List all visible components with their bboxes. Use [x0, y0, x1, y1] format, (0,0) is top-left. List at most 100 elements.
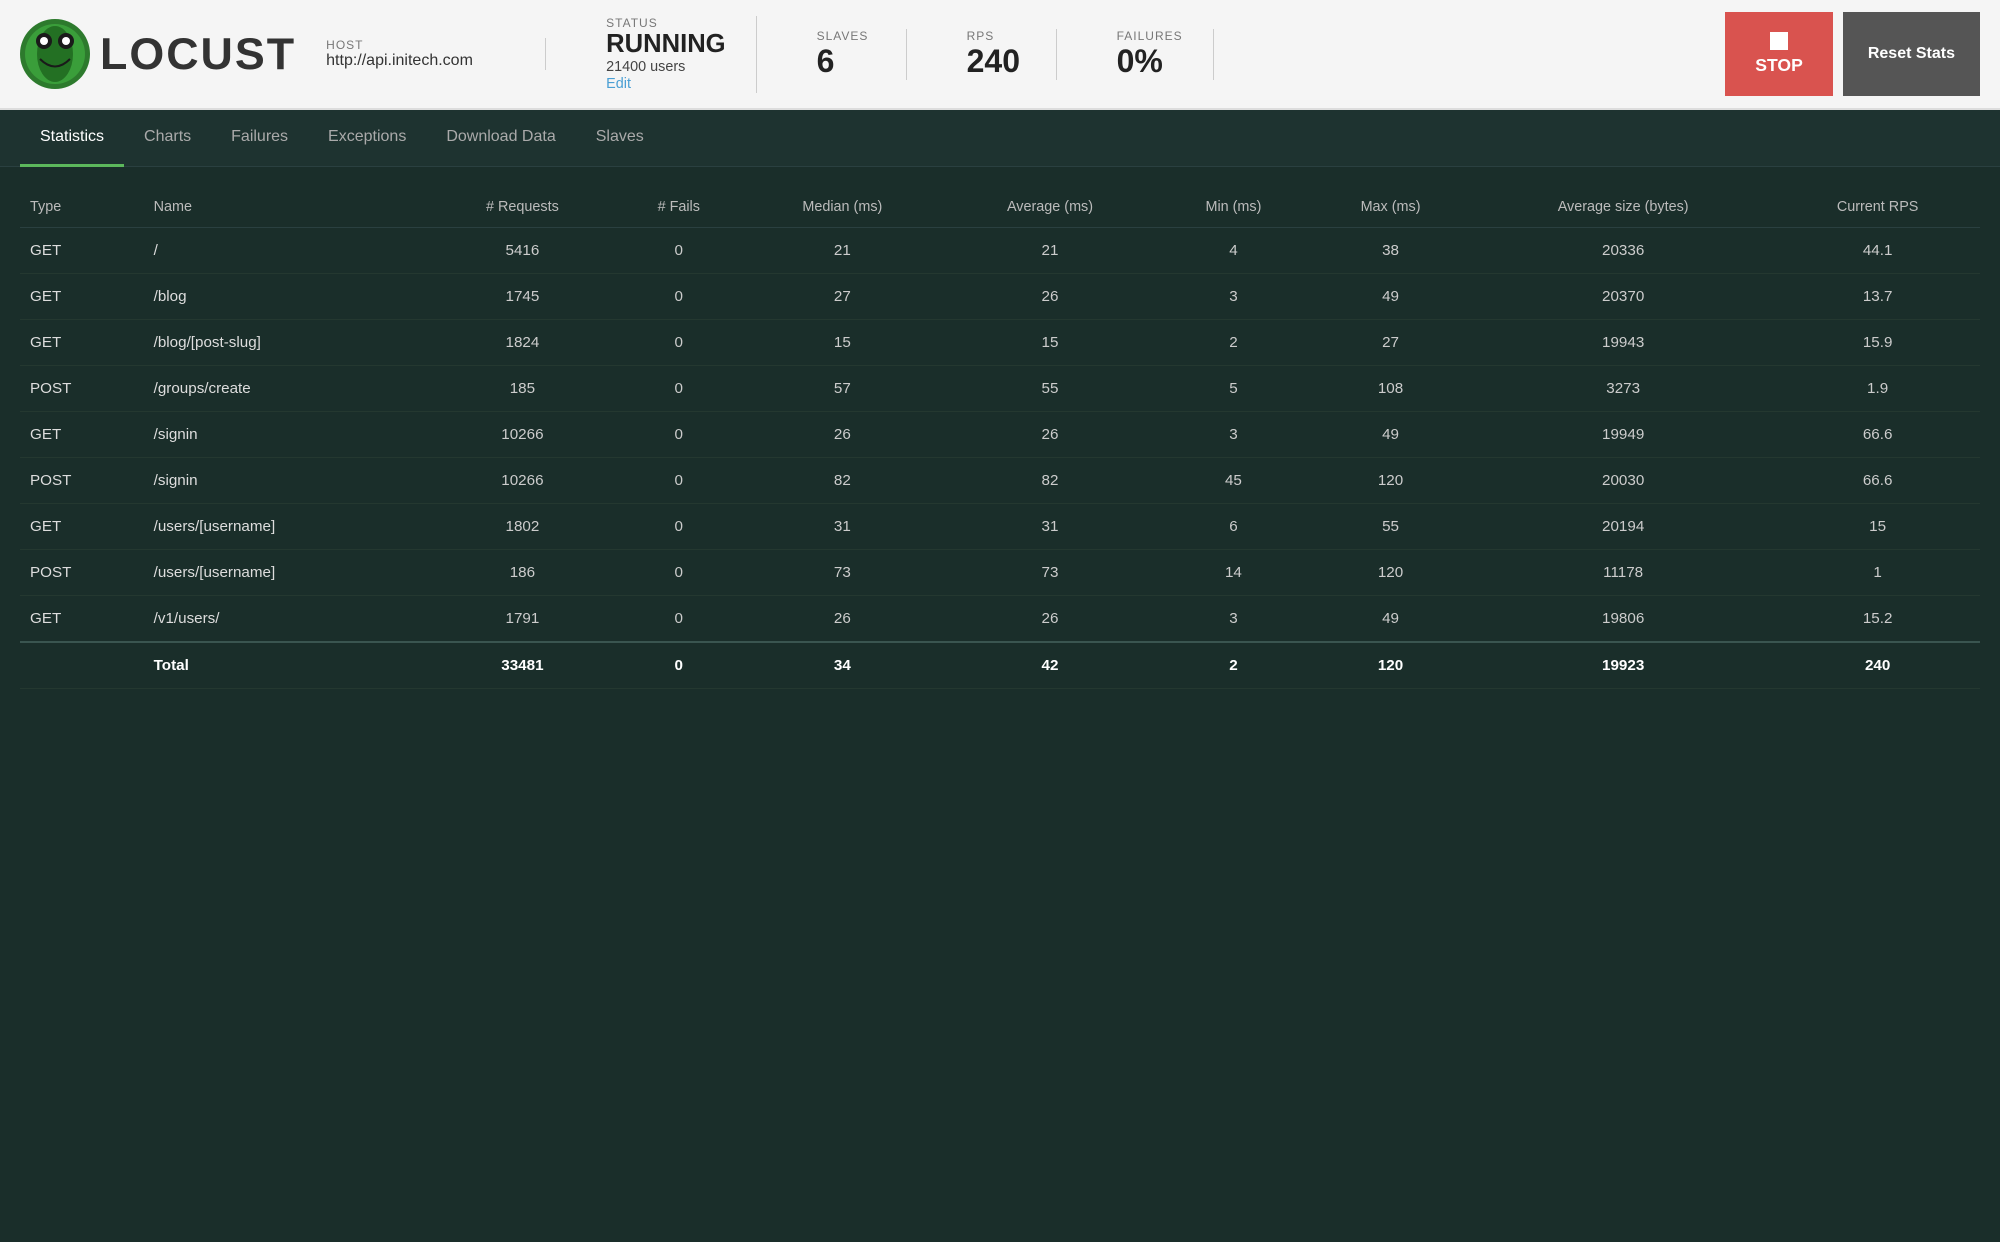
cell-average: 21: [943, 228, 1157, 274]
statistics-table-container: Type Name # Requests # Fails Median (ms)…: [0, 167, 2000, 709]
cell-fails: 0: [616, 550, 742, 596]
failures-block: FAILURES 0%: [1087, 29, 1214, 80]
rps-label: RPS: [967, 29, 1026, 43]
nav-tabs: Statistics Charts Failures Exceptions Do…: [0, 110, 2000, 167]
cell-rps: 44.1: [1775, 228, 1980, 274]
tab-charts[interactable]: Charts: [124, 110, 211, 167]
cell-requests: 186: [429, 550, 616, 596]
tab-failures[interactable]: Failures: [211, 110, 308, 167]
col-name: Name: [144, 187, 429, 228]
total-avg-size: 19923: [1471, 642, 1775, 689]
header: LOCUST HOST http://api.initech.com STATU…: [0, 0, 2000, 110]
cell-fails: 0: [616, 596, 742, 643]
cell-name: /signin: [144, 458, 429, 504]
cell-rps: 15.9: [1775, 320, 1980, 366]
cell-median: 26: [742, 596, 943, 643]
col-fails: # Fails: [616, 187, 742, 228]
reset-stats-button[interactable]: Reset Stats: [1843, 12, 1980, 96]
cell-avg-size: 19806: [1471, 596, 1775, 643]
cell-fails: 0: [616, 274, 742, 320]
cell-median: 27: [742, 274, 943, 320]
logo-area: LOCUST: [20, 19, 296, 89]
status-label: STATUS: [606, 16, 725, 30]
total-rps: 240: [1775, 642, 1980, 689]
col-average: Average (ms): [943, 187, 1157, 228]
cell-max: 27: [1310, 320, 1471, 366]
total-median: 34: [742, 642, 943, 689]
statistics-table: Type Name # Requests # Fails Median (ms)…: [20, 187, 1980, 689]
table-row: POST /signin 10266 0 82 82 45 120 20030 …: [20, 458, 1980, 504]
cell-min: 3: [1157, 596, 1310, 643]
slaves-label: SLAVES: [817, 29, 876, 43]
cell-avg-size: 3273: [1471, 366, 1775, 412]
total-average: 42: [943, 642, 1157, 689]
cell-fails: 0: [616, 412, 742, 458]
cell-median: 26: [742, 412, 943, 458]
cell-average: 55: [943, 366, 1157, 412]
cell-type: GET: [20, 228, 144, 274]
stop-icon: [1770, 32, 1788, 50]
col-avg-size: Average size (bytes): [1471, 187, 1775, 228]
total-fails: 0: [616, 642, 742, 689]
table-row: POST /groups/create 185 0 57 55 5 108 32…: [20, 366, 1980, 412]
logo-text: LOCUST: [100, 29, 296, 80]
cell-max: 49: [1310, 596, 1471, 643]
cell-fails: 0: [616, 228, 742, 274]
table-header-row: Type Name # Requests # Fails Median (ms)…: [20, 187, 1980, 228]
cell-min: 5: [1157, 366, 1310, 412]
tab-exceptions[interactable]: Exceptions: [308, 110, 426, 167]
cell-average: 26: [943, 596, 1157, 643]
host-area: HOST http://api.initech.com: [326, 38, 546, 70]
cell-median: 57: [742, 366, 943, 412]
cell-avg-size: 19949: [1471, 412, 1775, 458]
cell-min: 3: [1157, 274, 1310, 320]
host-label: HOST: [326, 38, 515, 52]
cell-max: 49: [1310, 412, 1471, 458]
col-min: Min (ms): [1157, 187, 1310, 228]
cell-max: 108: [1310, 366, 1471, 412]
cell-median: 31: [742, 504, 943, 550]
tab-slaves[interactable]: Slaves: [576, 110, 664, 167]
cell-avg-size: 19943: [1471, 320, 1775, 366]
status-area: STATUS RUNNING 21400 users Edit: [576, 16, 756, 93]
cell-name: /blog/[post-slug]: [144, 320, 429, 366]
cell-min: 2: [1157, 320, 1310, 366]
cell-requests: 185: [429, 366, 616, 412]
failures-label: FAILURES: [1117, 29, 1183, 43]
cell-min: 3: [1157, 412, 1310, 458]
cell-min: 4: [1157, 228, 1310, 274]
cell-rps: 66.6: [1775, 458, 1980, 504]
cell-avg-size: 11178: [1471, 550, 1775, 596]
cell-median: 21: [742, 228, 943, 274]
col-type: Type: [20, 187, 144, 228]
cell-average: 73: [943, 550, 1157, 596]
cell-rps: 15: [1775, 504, 1980, 550]
cell-requests: 10266: [429, 458, 616, 504]
rps-block: RPS 240: [937, 29, 1057, 80]
tab-download-data[interactable]: Download Data: [426, 110, 575, 167]
cell-requests: 1802: [429, 504, 616, 550]
cell-average: 26: [943, 412, 1157, 458]
total-requests: 33481: [429, 642, 616, 689]
table-row: POST /users/[username] 186 0 73 73 14 12…: [20, 550, 1980, 596]
cell-max: 49: [1310, 274, 1471, 320]
cell-average: 26: [943, 274, 1157, 320]
col-requests: # Requests: [429, 187, 616, 228]
cell-type: GET: [20, 412, 144, 458]
tab-statistics[interactable]: Statistics: [20, 110, 124, 167]
cell-fails: 0: [616, 504, 742, 550]
total-label: Total: [144, 642, 429, 689]
cell-type: POST: [20, 550, 144, 596]
status-running: RUNNING: [606, 30, 725, 59]
cell-fails: 0: [616, 366, 742, 412]
col-median: Median (ms): [742, 187, 943, 228]
total-min: 2: [1157, 642, 1310, 689]
table-row: GET /blog/[post-slug] 1824 0 15 15 2 27 …: [20, 320, 1980, 366]
slaves-block: SLAVES 6: [787, 29, 907, 80]
stop-button[interactable]: STOP: [1725, 12, 1833, 96]
cell-type: POST: [20, 458, 144, 504]
cell-name: /groups/create: [144, 366, 429, 412]
edit-link[interactable]: Edit: [606, 76, 631, 92]
cell-rps: 15.2: [1775, 596, 1980, 643]
cell-requests: 1791: [429, 596, 616, 643]
